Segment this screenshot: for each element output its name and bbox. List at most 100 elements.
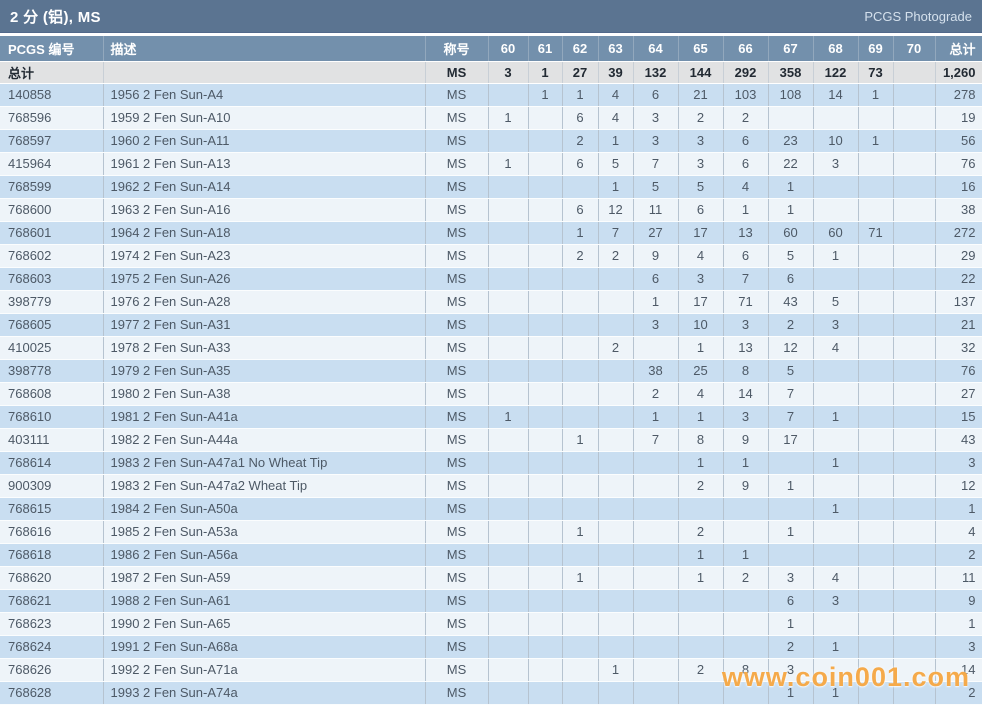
column-header-9: 66 (723, 36, 768, 61)
grade-count-67: 7 (768, 382, 813, 405)
pcgs-number-link[interactable]: 398778 (0, 359, 103, 382)
designation: MS (425, 635, 488, 658)
pcgs-number-link[interactable]: 403111 (0, 428, 103, 451)
grade-count-65: 21 (678, 83, 723, 106)
table-row: 7686141983 2 Fen Sun-A47a1 No Wheat TipM… (0, 451, 982, 474)
grade-count-70 (893, 267, 935, 290)
pcgs-number-link[interactable]: 768616 (0, 520, 103, 543)
pcgs-number-link[interactable]: 768615 (0, 497, 103, 520)
grade-count-67: 5 (768, 359, 813, 382)
grade-count-69: 1 (858, 83, 893, 106)
pcgs-number-link[interactable]: 410025 (0, 336, 103, 359)
pcgs-number-link[interactable]: 768628 (0, 681, 103, 704)
grade-count-61 (528, 313, 562, 336)
row-total: 12 (935, 474, 982, 497)
grade-count-70 (893, 290, 935, 313)
row-total: 29 (935, 244, 982, 267)
photograde-link[interactable]: PCGS Photograde (864, 9, 972, 24)
grade-count-68 (813, 612, 858, 635)
table-row: 7686031975 2 Fen Sun-A26MS637622 (0, 267, 982, 290)
header-row: PCGS 编号描述称号6061626364656667686970总计 (0, 36, 982, 61)
row-total: 27 (935, 382, 982, 405)
pcgs-number-link[interactable]: 768618 (0, 543, 103, 566)
column-header-11: 68 (813, 36, 858, 61)
grade-count-68: 5 (813, 290, 858, 313)
pcgs-number-link[interactable]: 768624 (0, 635, 103, 658)
row-total: 16 (935, 175, 982, 198)
designation: MS (425, 497, 488, 520)
grade-count-65: 1 (678, 566, 723, 589)
grade-count-63 (598, 543, 633, 566)
pcgs-number-link[interactable]: 140858 (0, 83, 103, 106)
column-header-10: 67 (768, 36, 813, 61)
pcgs-number-link[interactable]: 768596 (0, 106, 103, 129)
grade-count-67: 2 (768, 313, 813, 336)
pcgs-number-link[interactable]: 768601 (0, 221, 103, 244)
grade-count-62 (562, 474, 598, 497)
pcgs-number-link[interactable]: 415964 (0, 152, 103, 175)
pcgs-number-link[interactable]: 768599 (0, 175, 103, 198)
grade-count-69 (858, 589, 893, 612)
designation: MS (425, 474, 488, 497)
grade-count-68: 1 (813, 451, 858, 474)
grade-count-64 (633, 543, 678, 566)
totals-grade-66: 292 (723, 61, 768, 83)
grade-count-64 (633, 520, 678, 543)
grade-count-70 (893, 635, 935, 658)
pcgs-number-link[interactable]: 768614 (0, 451, 103, 474)
grade-count-61 (528, 543, 562, 566)
pcgs-number-link[interactable]: 768623 (0, 612, 103, 635)
pcgs-number-link[interactable]: 768597 (0, 129, 103, 152)
grade-count-66: 13 (723, 336, 768, 359)
table-row: 7686101981 2 Fen Sun-A41aMS11137115 (0, 405, 982, 428)
designation: MS (425, 106, 488, 129)
pcgs-number-link[interactable]: 768602 (0, 244, 103, 267)
pcgs-number-link[interactable]: 768605 (0, 313, 103, 336)
grade-count-63: 12 (598, 198, 633, 221)
pcgs-number-link[interactable]: 768621 (0, 589, 103, 612)
grade-count-66 (723, 612, 768, 635)
grade-count-66: 1 (723, 543, 768, 566)
grade-count-69 (858, 543, 893, 566)
grade-count-68 (813, 267, 858, 290)
grade-count-64 (633, 658, 678, 681)
grade-count-64: 6 (633, 267, 678, 290)
grade-count-63 (598, 428, 633, 451)
grade-count-70 (893, 451, 935, 474)
totals-grade-67: 358 (768, 61, 813, 83)
grade-count-67: 12 (768, 336, 813, 359)
pcgs-number-link[interactable]: 768608 (0, 382, 103, 405)
grade-count-60 (488, 198, 528, 221)
pcgs-number-link[interactable]: 900309 (0, 474, 103, 497)
row-total: 32 (935, 336, 982, 359)
grade-count-70 (893, 589, 935, 612)
grade-count-69 (858, 175, 893, 198)
pcgs-number-link[interactable]: 768626 (0, 658, 103, 681)
grade-count-62 (562, 658, 598, 681)
grade-count-64 (633, 566, 678, 589)
grade-count-66: 14 (723, 382, 768, 405)
grade-count-69 (858, 244, 893, 267)
pcgs-number-link[interactable]: 768610 (0, 405, 103, 428)
grade-count-60 (488, 612, 528, 635)
grade-count-60 (488, 543, 528, 566)
grade-count-65 (678, 589, 723, 612)
grade-count-66 (723, 497, 768, 520)
grade-count-64: 3 (633, 106, 678, 129)
grade-count-61 (528, 612, 562, 635)
pcgs-number-link[interactable]: 768600 (0, 198, 103, 221)
grade-count-68 (813, 106, 858, 129)
pcgs-number-link[interactable]: 398779 (0, 290, 103, 313)
grade-count-64 (633, 474, 678, 497)
pcgs-number-link[interactable]: 768603 (0, 267, 103, 290)
grade-count-68: 1 (813, 244, 858, 267)
grade-count-60 (488, 175, 528, 198)
pcgs-number-link[interactable]: 768620 (0, 566, 103, 589)
coin-description: 1964 2 Fen Sun-A18 (103, 221, 425, 244)
row-total: 56 (935, 129, 982, 152)
coin-description: 1980 2 Fen Sun-A38 (103, 382, 425, 405)
grade-count-70 (893, 681, 935, 704)
grade-count-64 (633, 681, 678, 704)
grade-count-69 (858, 106, 893, 129)
table-row: 7686001963 2 Fen Sun-A16MS6121161138 (0, 198, 982, 221)
